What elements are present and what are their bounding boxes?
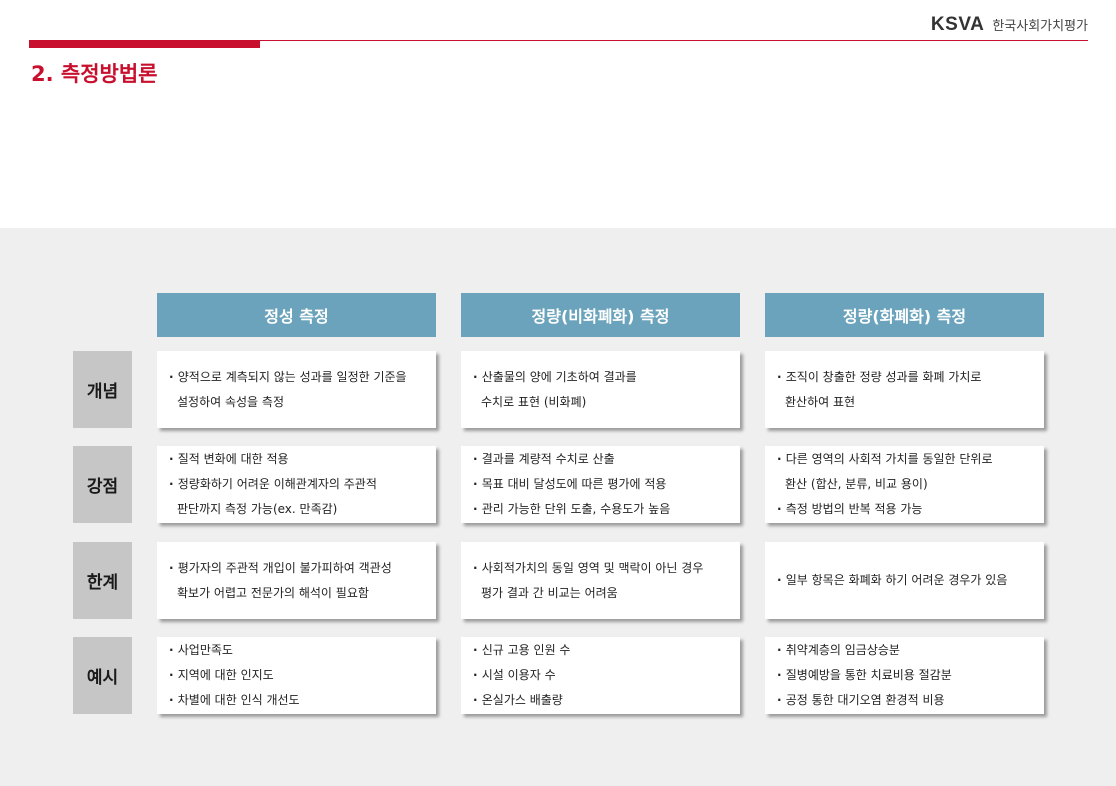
table-cell: 조직이 창출한 정량 성과를 화폐 가치로환산하여 표현	[765, 351, 1044, 428]
row-label: 한계	[73, 542, 132, 619]
table-cell: 산출물의 양에 기초하여 결과를수치로 표현 (비화폐)	[461, 351, 740, 428]
cell-text-line: 목표 대비 달성도에 따른 평가에 적용	[473, 472, 732, 497]
brand-logo: KSVA	[930, 14, 985, 35]
cell-text-line: 질적 변화에 대한 적용	[169, 447, 428, 472]
table-cell: 결과를 계량적 수치로 산출목표 대비 달성도에 따른 평가에 적용관리 가능한…	[461, 446, 740, 523]
cell-text-line: 설정하여 속성을 측정	[177, 394, 284, 409]
brand-name: 한국사회가치평가	[992, 19, 1088, 34]
cell-text-line: 사회적가치의 동일 영역 및 맥락이 아닌 경우	[473, 556, 732, 581]
table-cell: 사업만족도지역에 대한 인지도차별에 대한 인식 개선도	[157, 637, 436, 714]
cell-text-line: 차별에 대한 인식 개선도	[169, 688, 428, 713]
cell-text-line: 평가 결과 간 비교는 어려움	[481, 585, 618, 600]
page-title: 2. 측정방법론	[31, 62, 158, 86]
cell-text-line: 정량화하기 어려운 이해관계자의 주관적	[169, 472, 428, 497]
header-accent-bar	[29, 41, 260, 48]
column-header-qualitative: 정성 측정	[157, 293, 436, 337]
cell-text-line: 취약계층의 임금상승분	[777, 638, 1036, 663]
table-cell: 다른 영역의 사회적 가치를 동일한 단위로환산 (합산, 분류, 비교 용이)…	[765, 446, 1044, 523]
table-cell: 취약계층의 임금상승분질병예방을 통한 치료비용 절감분공정 통한 대기오염 환…	[765, 637, 1044, 714]
column-header-quantitative-nonmonetary: 정량(비화폐화) 측정	[461, 293, 740, 337]
cell-text-line: 온실가스 배출량	[473, 688, 732, 713]
row-label: 강점	[73, 446, 132, 523]
table-cell: 사회적가치의 동일 영역 및 맥락이 아닌 경우평가 결과 간 비교는 어려움	[461, 542, 740, 619]
cell-text-line: 다른 영역의 사회적 가치를 동일한 단위로	[777, 447, 1036, 472]
cell-text-line: 환산하여 표현	[785, 394, 856, 409]
cell-text-line: 관리 가능한 단위 도출, 수용도가 높음	[473, 497, 732, 522]
cell-text-line: 평가자의 주관적 개입이 불가피하여 객관성	[169, 556, 428, 581]
cell-text-line: 사업만족도	[169, 638, 428, 663]
cell-text-line: 확보가 어렵고 전문가의 해석이 필요함	[177, 585, 369, 600]
row-label: 예시	[73, 637, 132, 714]
cell-text-line: 공정 통한 대기오염 환경적 비용	[777, 688, 1036, 713]
table-cell: 질적 변화에 대한 적용정량화하기 어려운 이해관계자의 주관적판단까지 측정 …	[157, 446, 436, 523]
brand: KSVA 한국사회가치평가	[931, 14, 1088, 36]
cell-text-line: 판단까지 측정 가능(ex. 만족감)	[177, 502, 338, 516]
table-cell: 신규 고용 인원 수시설 이용자 수온실가스 배출량	[461, 637, 740, 714]
cell-text-line: 조직이 창출한 정량 성과를 화폐 가치로	[777, 365, 1036, 390]
cell-text-line: 일부 항목은 화폐화 하기 어려운 경우가 있음	[777, 568, 1036, 593]
cell-text-line: 지역에 대한 인지도	[169, 663, 428, 688]
table-cell: 양적으로 계측되지 않는 성과를 일정한 기준을설정하여 속성을 측정	[157, 351, 436, 428]
cell-text-line: 신규 고용 인원 수	[473, 638, 732, 663]
cell-text-line: 산출물의 양에 기초하여 결과를	[473, 365, 732, 390]
cell-text-line: 수치로 표현 (비화폐)	[481, 394, 587, 409]
cell-text-line: 측정 방법의 반복 적용 가능	[777, 497, 1036, 522]
cell-text-line: 환산 (합산, 분류, 비교 용이)	[785, 477, 928, 491]
cell-text-line: 양적으로 계측되지 않는 성과를 일정한 기준을	[169, 365, 428, 390]
table-cell: 일부 항목은 화폐화 하기 어려운 경우가 있음	[765, 542, 1044, 619]
cell-text-line: 결과를 계량적 수치로 산출	[473, 447, 732, 472]
cell-text-line: 시설 이용자 수	[473, 663, 732, 688]
row-label: 개념	[73, 351, 132, 428]
table-cell: 평가자의 주관적 개입이 불가피하여 객관성확보가 어렵고 전문가의 해석이 필…	[157, 542, 436, 619]
column-header-quantitative-monetary: 정량(화폐화) 측정	[765, 293, 1044, 337]
cell-text-line: 질병예방을 통한 치료비용 절감분	[777, 663, 1036, 688]
